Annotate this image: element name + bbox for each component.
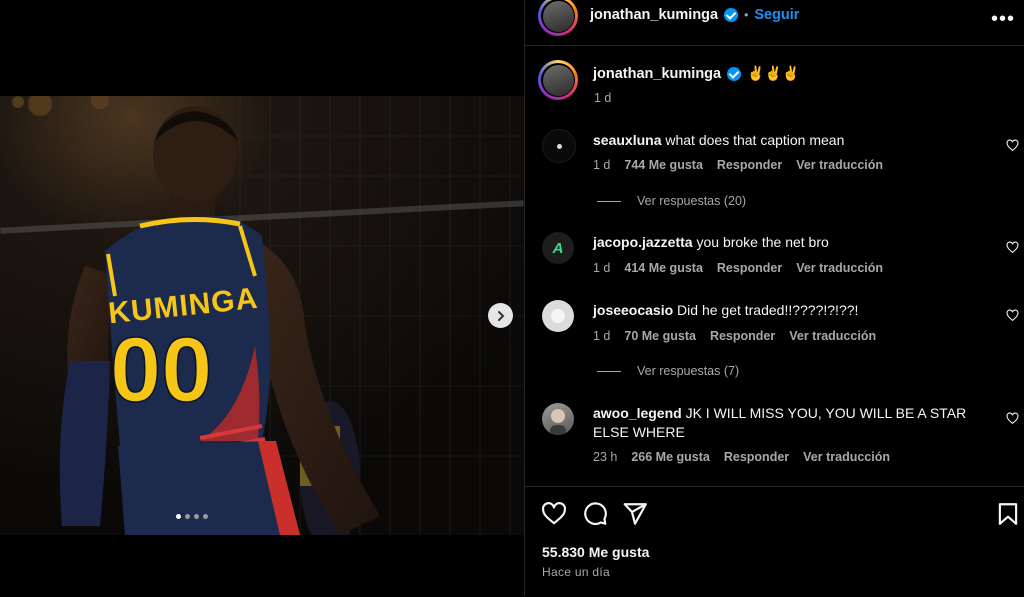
comment-likes[interactable]: 414 Me gusta	[624, 261, 703, 275]
comment-time: 1 d	[593, 329, 611, 343]
comment-time: 1 d	[593, 158, 611, 172]
comment-heart-icon[interactable]	[1006, 241, 1019, 254]
comment-username[interactable]: seauxluna	[593, 132, 661, 148]
comment-time: 23 h	[593, 450, 618, 464]
next-photo-button[interactable]	[488, 303, 513, 328]
post-timestamp: Hace un día	[542, 565, 611, 579]
post-panel: jonathan_kuminga • Seguir ••• jonathan_k…	[524, 0, 1024, 596]
comment-text: Did he get traded!!????!?!??!	[677, 302, 859, 318]
commenter-avatar[interactable]	[542, 129, 576, 163]
post-photo: KUMINGA 00	[0, 96, 524, 535]
reply-button[interactable]: Responder	[724, 450, 789, 464]
view-replies-label: Ver respuestas (20)	[637, 194, 747, 208]
comment-text: you broke the net bro	[696, 234, 829, 250]
carousel-dot[interactable]	[203, 514, 208, 519]
send-icon[interactable]	[622, 501, 648, 527]
comment-username[interactable]: awoo_legend	[593, 405, 682, 421]
commenter-avatar[interactable]: A	[542, 232, 574, 264]
post-header: jonathan_kuminga • Seguir •••	[525, 0, 1024, 46]
bookmark-icon[interactable]	[995, 501, 1021, 527]
caption-time: 1 d	[594, 91, 612, 105]
comment-username[interactable]: jacopo.jazzetta	[593, 234, 693, 250]
comment-likes[interactable]: 70 Me gusta	[624, 329, 696, 343]
carousel-dot[interactable]	[185, 514, 190, 519]
post-media: KUMINGA 00	[0, 0, 524, 596]
verified-badge-icon	[727, 66, 742, 81]
heart-icon[interactable]	[541, 501, 567, 527]
reply-button[interactable]: Responder	[710, 329, 775, 343]
carousel-dot[interactable]	[194, 514, 199, 519]
comment-time: 1 d	[593, 261, 611, 275]
commenter-avatar[interactable]	[542, 403, 574, 435]
translate-button[interactable]: Ver traducción	[789, 329, 876, 343]
post-like-count[interactable]: 55.830 Me gusta	[542, 544, 649, 560]
commenter-avatar[interactable]	[542, 300, 574, 332]
author-username[interactable]: jonathan_kuminga	[590, 7, 718, 23]
follow-button[interactable]: Seguir	[754, 7, 799, 23]
more-options-icon[interactable]: •••	[991, 8, 1015, 31]
post-actions: 55.830 Me gusta Hace un día	[525, 486, 1024, 597]
comment-heart-icon[interactable]	[1006, 139, 1019, 152]
view-replies-button[interactable]: Ver respuestas (7)	[597, 364, 739, 378]
comment-likes[interactable]: 744 Me gusta	[624, 158, 703, 172]
jersey-number-text: 00	[110, 319, 212, 421]
view-replies-button[interactable]: Ver respuestas (20)	[597, 194, 746, 208]
comment-icon[interactable]	[582, 501, 608, 527]
translate-button[interactable]: Ver traducción	[796, 158, 883, 172]
comment-heart-icon[interactable]	[1006, 412, 1019, 425]
caption-text: ✌️✌️✌️	[747, 65, 800, 81]
author-avatar[interactable]	[538, 0, 578, 36]
caption-author-username[interactable]: jonathan_kuminga	[593, 66, 721, 82]
translate-button[interactable]: Ver traducción	[796, 261, 883, 275]
comment-heart-icon[interactable]	[1006, 309, 1019, 322]
verified-badge-icon	[724, 8, 739, 22]
caption-author-avatar[interactable]	[538, 60, 578, 100]
chevron-right-icon	[497, 310, 504, 321]
reply-button[interactable]: Responder	[717, 158, 782, 172]
comment-text: what does that caption mean	[665, 132, 845, 148]
reply-button[interactable]: Responder	[717, 261, 782, 275]
comment-username[interactable]: joseeocasio	[593, 302, 673, 318]
comment-likes[interactable]: 266 Me gusta	[631, 450, 710, 464]
carousel-dots	[176, 514, 208, 519]
carousel-dot[interactable]	[176, 514, 181, 519]
player-photo: KUMINGA 00	[0, 96, 524, 535]
translate-button[interactable]: Ver traducción	[803, 450, 890, 464]
view-replies-label: Ver respuestas (7)	[637, 364, 740, 378]
